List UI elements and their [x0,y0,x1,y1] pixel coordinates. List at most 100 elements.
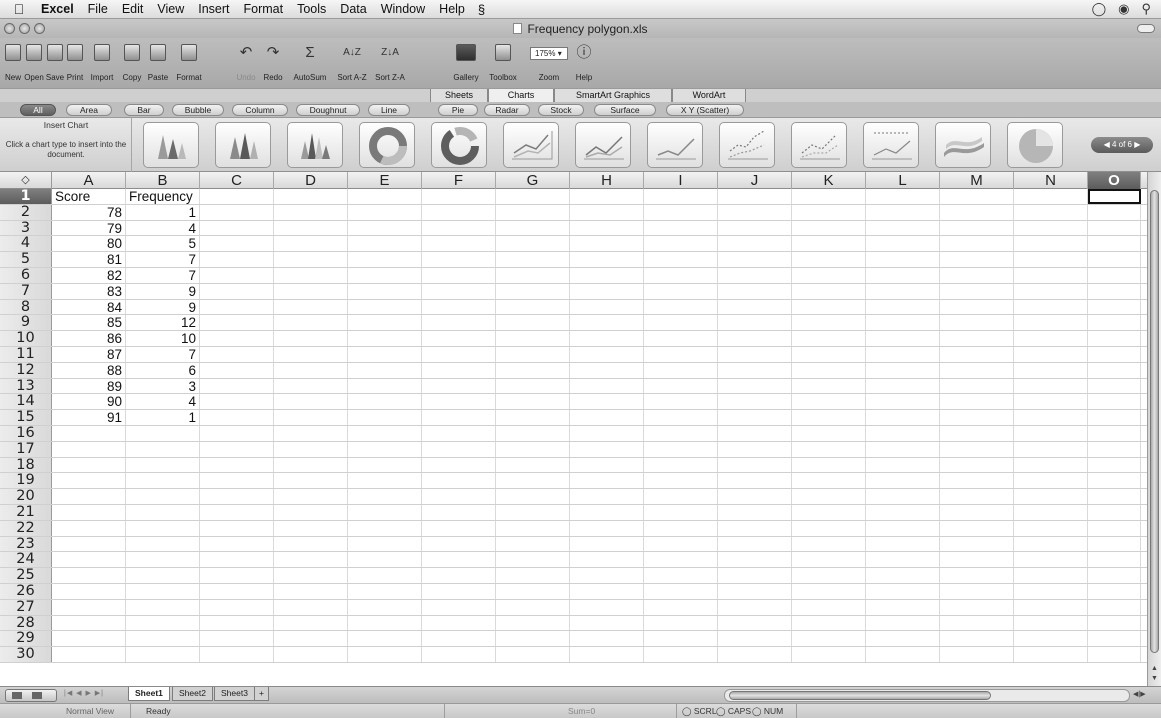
cell-m15[interactable] [940,410,1014,425]
cell-i6[interactable] [644,268,718,283]
cell-f26[interactable] [422,584,496,599]
cell-e8[interactable] [348,299,422,315]
cell-e21[interactable] [348,505,422,520]
cell-n16[interactable] [1014,426,1088,441]
cell-b10[interactable]: 10 [126,331,200,346]
cell-f1[interactable] [422,189,496,204]
cell-d22[interactable] [274,520,348,536]
cell-f5[interactable] [422,252,496,267]
cell-l15[interactable] [866,410,940,425]
cell-o16[interactable] [1088,426,1141,441]
cell-o6[interactable] [1088,268,1141,283]
cell-d1[interactable] [274,189,348,204]
cell-l29[interactable] [866,631,940,647]
cell-n2[interactable] [1014,204,1088,220]
open-button[interactable]: Open [23,40,45,86]
cell-n1[interactable] [1014,189,1088,204]
normal-view-icon[interactable] [12,692,22,699]
cell-b13[interactable]: 3 [126,378,200,393]
column-header-o[interactable]: O [1088,172,1141,189]
cell-d17[interactable] [274,441,348,457]
cell-i25[interactable] [644,568,718,583]
print-button[interactable]: Print [64,40,86,86]
cell-h26[interactable] [570,584,644,599]
cell-c21[interactable] [200,505,274,520]
cell-e15[interactable] [348,410,422,425]
cell-l22[interactable] [866,520,940,536]
cell-i15[interactable] [644,410,718,425]
cell-h13[interactable] [570,378,644,394]
cell-d11[interactable] [274,347,348,362]
row-header-2[interactable]: 2 [0,204,52,220]
cell-o15[interactable] [1088,410,1141,425]
cell-n18[interactable] [1014,457,1088,473]
cell-k2[interactable] [792,204,866,220]
row-header-24[interactable]: 24 [0,552,52,568]
cell-g3[interactable] [496,220,570,236]
cell-f10[interactable] [422,331,496,346]
row-header-10[interactable]: 10 [0,331,52,346]
cell-c25[interactable] [200,568,274,583]
cell-b21[interactable] [126,505,200,520]
cell-d26[interactable] [274,584,348,599]
cell-a15[interactable]: 91 [52,410,126,425]
row-header-19[interactable]: 19 [0,473,52,489]
cell-l2[interactable] [866,204,940,220]
cell-i8[interactable] [644,299,718,315]
undo-button[interactable]: ↶ Undo [232,40,260,86]
row-header-6[interactable]: 6 [0,268,52,283]
cell-l27[interactable] [866,599,940,615]
cell-b12[interactable]: 6 [126,362,200,378]
cell-n6[interactable] [1014,268,1088,283]
cell-l13[interactable] [866,378,940,394]
cell-g15[interactable] [496,410,570,425]
cell-c6[interactable] [200,268,274,283]
cell-j6[interactable] [718,268,792,283]
cell-l9[interactable] [866,315,940,331]
cell-h5[interactable] [570,252,644,267]
zoom-select[interactable]: 175% ▾ [530,47,568,60]
menu-edit[interactable]: Edit [115,2,151,16]
cell-h18[interactable] [570,457,644,473]
cell-l5[interactable] [866,252,940,267]
cell-m20[interactable] [940,489,1014,504]
cell-i27[interactable] [644,599,718,615]
cell-e3[interactable] [348,220,422,236]
cell-i24[interactable] [644,552,718,568]
cell-i12[interactable] [644,362,718,378]
cell-a26[interactable] [52,584,126,599]
cell-j17[interactable] [718,441,792,457]
row-header-13[interactable]: 13 [0,378,52,394]
cell-k19[interactable] [792,473,866,489]
cell-k21[interactable] [792,505,866,520]
cell-j20[interactable] [718,489,792,504]
cell-d14[interactable] [274,394,348,410]
zoom-button[interactable]: 175% ▾ Zoom [524,40,574,86]
column-header-i[interactable]: I [644,172,718,189]
chart-thumb-100-stacked-line[interactable] [647,122,703,168]
cell-a2[interactable]: 78 [52,204,126,220]
cell-b1[interactable]: Frequency [126,189,200,204]
row-header-26[interactable]: 26 [0,584,52,599]
cell-a21[interactable] [52,505,126,520]
cell-g26[interactable] [496,584,570,599]
cell-h15[interactable] [570,410,644,425]
chart-type-line[interactable]: Line [368,104,410,116]
cell-j8[interactable] [718,299,792,315]
cell-a6[interactable]: 82 [52,268,126,283]
column-header-m[interactable]: M [940,172,1014,189]
cell-l17[interactable] [866,441,940,457]
cell-h4[interactable] [570,236,644,252]
cell-i14[interactable] [644,394,718,410]
cell-k25[interactable] [792,568,866,583]
chart-thumb-3d-cone-stacked[interactable] [215,122,271,168]
cell-m30[interactable] [940,647,1014,662]
cell-d19[interactable] [274,473,348,489]
row-header-4[interactable]: 4 [0,236,52,252]
cell-o19[interactable] [1088,473,1141,489]
cell-g10[interactable] [496,331,570,346]
cell-k7[interactable] [792,283,866,299]
column-header-n[interactable]: N [1014,172,1088,189]
cell-i1[interactable] [644,189,718,204]
cell-i26[interactable] [644,584,718,599]
